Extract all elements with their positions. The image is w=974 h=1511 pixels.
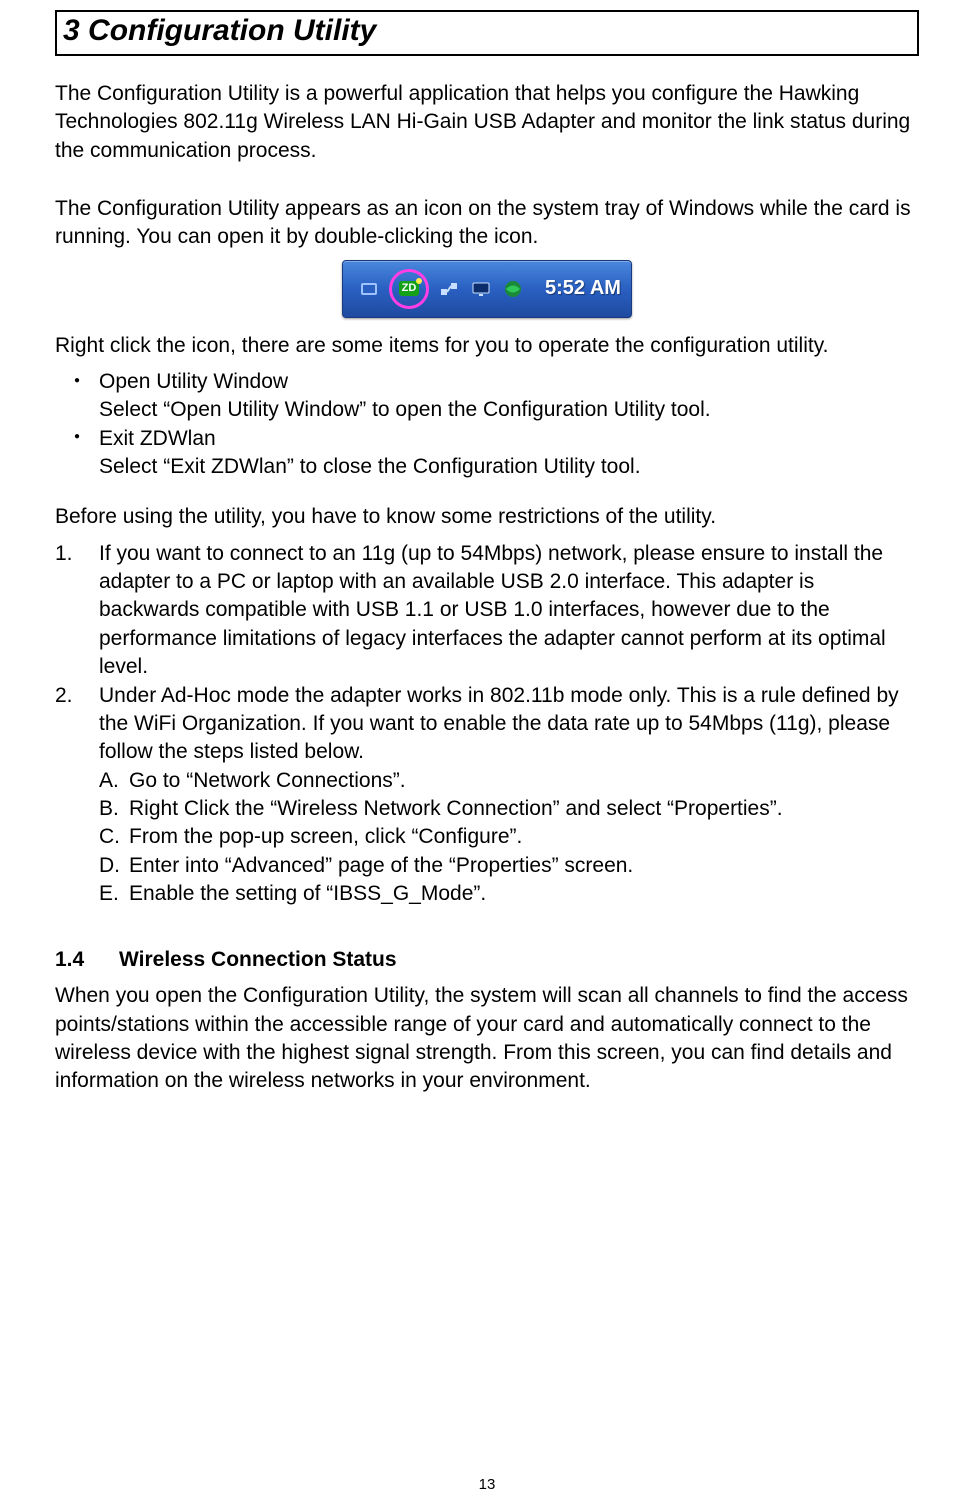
chapter-heading-box: 3 Configuration Utility [55, 10, 919, 56]
tray-network-icon [437, 277, 461, 301]
context-menu-list: Open Utility Window Select “Open Utility… [55, 368, 919, 481]
menu-item-title: Open Utility Window [99, 368, 288, 396]
chapter-title: 3 Configuration Utility [63, 14, 911, 48]
menu-item-title: Exit ZDWlan [99, 425, 216, 453]
tray-globe-icon [501, 277, 525, 301]
highlighted-utility-icon: ZD [389, 269, 429, 309]
system-tray: ZD 5:52 AM [342, 260, 632, 318]
section-title: Wireless Connection Status [119, 948, 397, 971]
bullet-icon [55, 425, 99, 453]
substep-letter: D. [99, 852, 129, 880]
substep-text: From the pop-up screen, click “Configure… [129, 823, 522, 851]
substep-text: Enter into “Advanced” page of the “Prope… [129, 852, 633, 880]
intro-paragraph-2: The Configuration Utility appears as an … [55, 195, 919, 252]
restrictions-list: 1. If you want to connect to an 11g (up … [55, 540, 919, 908]
tray-monitor-icon [469, 277, 493, 301]
substep-item: D. Enter into “Advanced” page of the “Pr… [99, 852, 919, 880]
section-heading: 1.4Wireless Connection Status [55, 948, 919, 972]
substep-letter: A. [99, 767, 129, 795]
tray-generic-icon [357, 277, 381, 301]
list-item: 2. Under Ad-Hoc mode the adapter works i… [55, 682, 919, 767]
right-click-intro: Right click the icon, there are some ite… [55, 332, 919, 360]
substep-text: Enable the setting of “IBSS_G_Mode”. [129, 880, 486, 908]
substep-letter: C. [99, 823, 129, 851]
chapter-number: 3 [63, 14, 80, 47]
substep-item: C. From the pop-up screen, click “Config… [99, 823, 919, 851]
substep-item: B. Right Click the “Wireless Network Con… [99, 795, 919, 823]
menu-item-desc: Select “Exit ZDWlan” to close the Config… [99, 453, 919, 481]
section-body: When you open the Configuration Utility,… [55, 982, 919, 1095]
substep-item: E. Enable the setting of “IBSS_G_Mode”. [99, 880, 919, 908]
substep-letter: B. [99, 795, 129, 823]
list-item: Exit ZDWlan [55, 425, 919, 453]
substep-text: Go to “Network Connections”. [129, 767, 406, 795]
document-page: 3 Configuration Utility The Configuratio… [0, 0, 974, 1511]
zd-icon: ZD [399, 281, 420, 296]
substep-item: A. Go to “Network Connections”. [99, 767, 919, 795]
substep-text: Right Click the “Wireless Network Connec… [129, 795, 783, 823]
intro-paragraph-1: The Configuration Utility is a powerful … [55, 80, 919, 165]
item-text: If you want to connect to an 11g (up to … [99, 540, 919, 682]
bullet-icon [55, 368, 99, 396]
tray-clock: 5:52 AM [545, 277, 621, 300]
item-text: Under Ad-Hoc mode the adapter works in 8… [99, 682, 919, 767]
section-number: 1.4 [55, 948, 119, 972]
menu-item-desc: Select “Open Utility Window” to open the… [99, 396, 919, 424]
item-number: 2. [55, 682, 99, 767]
list-item: Open Utility Window [55, 368, 919, 396]
system-tray-figure: ZD 5:52 AM [55, 260, 919, 318]
page-number: 13 [0, 1476, 974, 1493]
list-item: 1. If you want to connect to an 11g (up … [55, 540, 919, 682]
chapter-name: Configuration Utility [88, 14, 376, 47]
substep-letter: E. [99, 880, 129, 908]
item-number: 1. [55, 540, 99, 682]
restrictions-intro: Before using the utility, you have to kn… [55, 503, 919, 531]
